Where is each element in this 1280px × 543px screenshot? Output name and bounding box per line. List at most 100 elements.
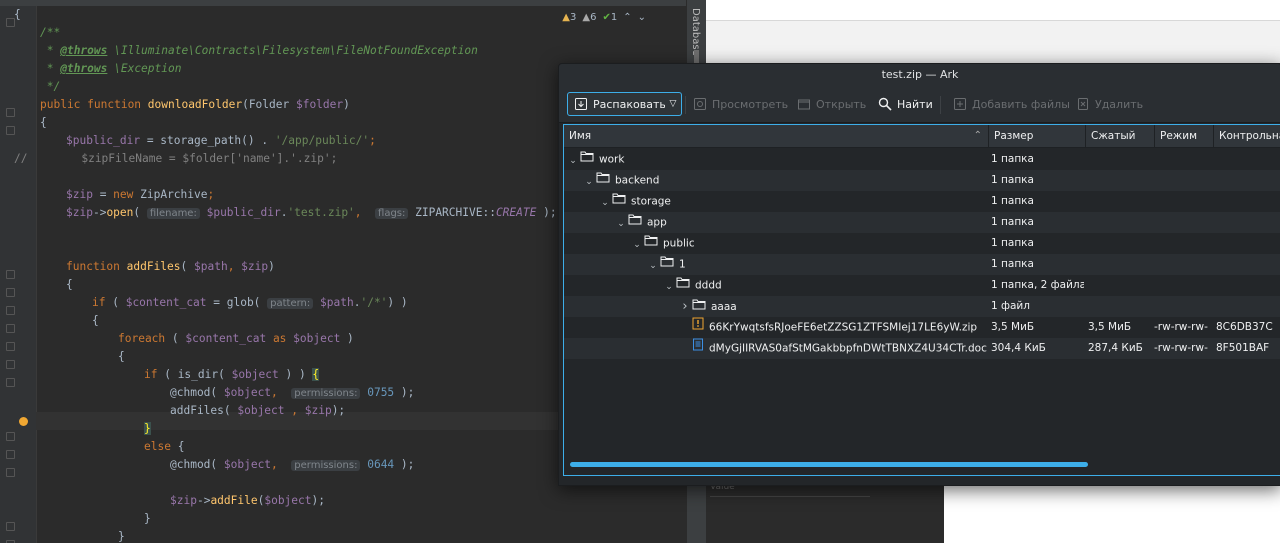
chevron-down-icon[interactable]: ⌄ <box>600 193 610 213</box>
code-token: ); <box>331 404 346 417</box>
chevron-up-icon[interactable]: ⌃ <box>623 12 631 23</box>
lightbulb-icon[interactable] <box>19 417 28 426</box>
code-line[interactable]: { <box>92 312 99 330</box>
size-cell: 304,4 КиБ <box>991 342 1046 354</box>
code-line[interactable]: } <box>118 528 125 543</box>
extract-button[interactable]: Распаковать <box>567 92 673 116</box>
code-line[interactable]: /** <box>40 24 60 42</box>
entry-name: 66KrYwqtsfsRJoeFE6etZZSG1ZTFSMIej17LE6yW… <box>709 321 978 334</box>
code-token: $zip <box>66 188 93 201</box>
extract-menu-button[interactable]: ▽ <box>665 92 682 116</box>
chevron-down-icon[interactable]: ⌄ <box>638 12 646 23</box>
chevron-down-icon[interactable]: ⌄ <box>616 214 626 234</box>
chevron-right-icon[interactable]: › <box>680 296 690 317</box>
tree-row[interactable]: ⌄ dddd 1 папка, 2 файла <box>564 275 1280 296</box>
window-title[interactable]: test.zip — Ark <box>559 64 1280 86</box>
code-line[interactable]: } <box>144 510 151 528</box>
code-line[interactable]: $zip->addFile($object); <box>170 492 325 510</box>
code-line[interactable]: else { <box>144 438 184 456</box>
horizontal-scrollbar[interactable] <box>570 462 1280 468</box>
code-line[interactable]: if ( is_dir( $object ) ) { <box>144 366 320 384</box>
open-button[interactable]: Открыть <box>793 92 870 116</box>
preview-button[interactable]: Просмотреть <box>689 92 792 116</box>
code-token: -> <box>92 206 107 219</box>
column-mode[interactable]: Режим <box>1155 125 1214 147</box>
compressed-cell <box>1088 296 1152 317</box>
code-token: ) <box>268 260 275 273</box>
size-cell: 1 папка <box>991 153 1034 165</box>
code-token: ( <box>133 206 147 219</box>
code-token: else <box>144 440 178 453</box>
chevron-down-icon[interactable]: ⌄ <box>664 277 674 297</box>
code-token: * <box>40 44 61 57</box>
code-line[interactable]: { <box>66 276 73 294</box>
code-token: $zip <box>170 494 197 507</box>
code-line[interactable]: @chmod( $object, permissions: 0644 ); <box>170 456 414 474</box>
tree-row[interactable]: ⌄ backend 1 папка <box>564 170 1280 191</box>
entry-name: app <box>647 216 667 229</box>
code-line[interactable]: * @throws \Illuminate\Contracts\Filesyst… <box>40 42 478 60</box>
tree-row[interactable]: dMyGjIIRVAS0afStMGakbbpfnDWtTBNXZ4U34CTr… <box>564 338 1280 359</box>
tree-row[interactable]: ⌄ app 1 папка <box>564 212 1280 233</box>
open-label: Открыть <box>816 97 867 111</box>
column-name[interactable]: Имя ⌃ <box>564 125 989 147</box>
code-line[interactable]: // $zipFileName = $folder['name'].'.zip'… <box>14 150 337 168</box>
column-compressed[interactable]: Сжатый <box>1086 125 1155 147</box>
tree-row[interactable]: › aaaa 1 файл <box>564 296 1280 317</box>
size-cell: 1 файл <box>991 300 1030 312</box>
code-token: = glob( <box>206 296 268 309</box>
code-line[interactable]: public function downloadFolder(Folder $f… <box>40 96 350 114</box>
tree-row[interactable]: ⌄ work 1 папка <box>564 149 1280 170</box>
add-files-button[interactable]: Добавить файлы <box>949 92 1074 116</box>
chevron-down-icon[interactable]: ⌄ <box>568 151 578 171</box>
code-line[interactable]: if ( $content_cat = glob( pattern: $path… <box>92 294 408 312</box>
code-line[interactable]: { <box>118 348 125 366</box>
code-token: function <box>66 260 127 273</box>
database-tool-tab[interactable]: Database <box>690 8 701 56</box>
column-size[interactable]: Размер <box>989 125 1086 147</box>
archive-tree-view[interactable]: Имя ⌃ Размер Сжатый Режим Контрольная ⌄ w… <box>563 124 1280 476</box>
code-token: if <box>92 296 113 309</box>
delete-button[interactable]: Удалить <box>1072 92 1147 116</box>
code-token: $object <box>293 332 341 345</box>
inspection-widget[interactable]: ▲3 ▲6 ✔1 ⌃ ⌄ <box>562 12 646 23</box>
code-token: public <box>40 98 88 111</box>
chevron-down-icon[interactable]: ⌄ <box>584 172 594 192</box>
code-token: filename: <box>146 208 200 219</box>
code-token: ) ) <box>278 368 313 381</box>
code-line[interactable]: $public_dir = storage_path() . '/app/pub… <box>66 132 376 150</box>
tree-row[interactable]: ⌄ storage 1 папка <box>564 191 1280 212</box>
chevron-down-icon[interactable]: ⌄ <box>632 235 642 255</box>
delete-label: Удалить <box>1095 97 1144 111</box>
tree-row[interactable]: ⌄ public 1 папка <box>564 233 1280 254</box>
crc-cell <box>1216 275 1280 296</box>
ok-count: ✔1 <box>602 12 618 23</box>
tree-row[interactable]: 66KrYwqtsfsRJoeFE6etZZSG1ZTFSMIej17LE6yW… <box>564 317 1280 338</box>
code-line[interactable]: addFiles( $object , $zip); <box>170 402 345 420</box>
code-token: ); <box>394 386 415 399</box>
find-button[interactable]: Найти <box>874 92 937 116</box>
chevron-down-icon[interactable]: ⌄ <box>648 256 658 276</box>
column-checksum[interactable]: Контрольная <box>1214 125 1280 147</box>
tree-row[interactable]: ⌄ 1 1 папка <box>564 254 1280 275</box>
docx-file-icon <box>692 338 704 359</box>
code-token: ) <box>343 98 350 111</box>
compressed-cell <box>1088 149 1152 170</box>
code-line[interactable]: $zip->open( filename: $public_dir.'test.… <box>66 204 557 222</box>
code-line[interactable]: */ <box>40 78 60 96</box>
code-line[interactable]: * @throws \Exception <box>40 60 182 78</box>
code-token: * <box>40 62 61 75</box>
code-line[interactable]: { <box>14 6 21 24</box>
code-line[interactable]: @chmod( $object, permissions: 0755 ); <box>170 384 414 402</box>
toolbar-separator <box>685 96 686 114</box>
code-line[interactable]: { <box>40 114 47 132</box>
scrollbar-handle[interactable] <box>570 462 1089 467</box>
code-line[interactable]: $zip = new ZipArchive; <box>66 186 214 204</box>
code-line[interactable]: } <box>144 420 151 438</box>
crc-cell <box>1216 254 1280 275</box>
extract-icon <box>575 98 587 110</box>
code-line[interactable]: foreach ( $content_cat as $object ) <box>118 330 354 348</box>
size-cell: 1 папка <box>991 174 1034 186</box>
background-window-bottom <box>944 480 1280 543</box>
code-line[interactable]: function addFiles( $path, $zip) <box>66 258 275 276</box>
